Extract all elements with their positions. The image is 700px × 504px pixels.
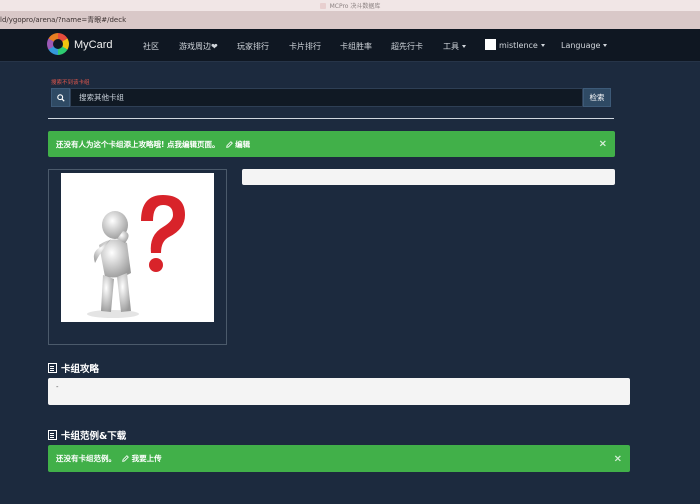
document-icon: [48, 430, 57, 440]
url-text[interactable]: ld/ygopro/arena/?name=青眼#/deck: [0, 15, 126, 25]
search-icon-button[interactable]: [51, 88, 70, 107]
close-icon[interactable]: ×: [614, 453, 622, 464]
deck-cover-frame: [48, 169, 227, 345]
no-examples-alert: 还没有卡组范例。 我要上传 ×: [48, 445, 630, 472]
upload-label: 我要上传: [131, 454, 162, 463]
avatar[interactable]: [485, 39, 496, 50]
top-navbar: MyCard 社区 游戏周边❤ 玩家排行 卡片排行 卡组胜率 超先行卡 工具 m…: [0, 29, 700, 62]
examples-title-text: 卡组范例&下载: [61, 431, 127, 442]
divider: [48, 118, 614, 119]
edit-label: 编辑: [235, 139, 251, 149]
nav-item-community[interactable]: 社区: [143, 41, 159, 52]
no-strategy-alert: 还没有人为这个卡组添上攻略哦! 点我编辑页面。 编辑 ×: [48, 131, 615, 157]
alert-message: 还没有人为这个卡组添上攻略哦! 点我编辑页面。: [56, 139, 220, 149]
tools-label: 工具: [443, 42, 459, 51]
nav-item-deck-winrate[interactable]: 卡组胜率: [340, 41, 372, 52]
close-icon[interactable]: ×: [599, 139, 607, 150]
search-button[interactable]: 检索: [583, 88, 611, 107]
thinking-figure-question-mark: [87, 195, 185, 318]
strategy-content: -: [48, 378, 630, 405]
section-title-strategy: 卡组攻略: [48, 361, 99, 375]
chevron-down-icon: [462, 45, 466, 48]
pencil-icon: [225, 140, 233, 148]
nav-item-preview-cards[interactable]: 超先行卡: [391, 41, 423, 52]
address-bar[interactable]: ld/ygopro/arena/?name=青眼#/deck: [0, 11, 700, 29]
search-icon: [56, 93, 65, 102]
nav-user-dropdown[interactable]: mistlence: [499, 41, 545, 50]
section-title-examples: 卡组范例&下载: [48, 428, 126, 442]
nav-tools-dropdown[interactable]: 工具: [443, 41, 466, 52]
brand-name[interactable]: MyCard: [74, 39, 113, 51]
nav-item-card-rank[interactable]: 卡片排行: [289, 41, 321, 52]
search-input[interactable]: [70, 88, 583, 107]
pencil-icon: [122, 455, 129, 462]
document-icon: [48, 363, 57, 373]
nav-item-merch[interactable]: 游戏周边❤: [179, 41, 218, 52]
language-label: Language: [561, 41, 601, 50]
deck-info-bar: [242, 169, 615, 185]
user-label: mistlence: [499, 41, 538, 50]
edit-link[interactable]: 编辑: [225, 139, 251, 150]
chevron-down-icon: [540, 44, 545, 47]
chevron-down-icon: [603, 44, 608, 47]
upload-link[interactable]: 我要上传: [122, 453, 162, 464]
app-icon: [319, 2, 326, 9]
nav-item-player-rank[interactable]: 玩家排行: [237, 41, 269, 52]
strategy-title-text: 卡组攻略: [61, 364, 100, 375]
nav-language-dropdown[interactable]: Language: [561, 41, 608, 50]
alert-message: 还没有卡组范例。: [56, 454, 116, 463]
window-titlebar: MCPro 决斗数据库: [0, 0, 700, 11]
deck-cover-image: [61, 173, 214, 322]
window-title: MCPro 决斗数据库: [329, 3, 381, 10]
search-error-text: 搜索不到该卡组: [51, 80, 90, 86]
mycard-logo-icon[interactable]: [47, 33, 69, 55]
deck-search: 检索: [51, 88, 611, 107]
